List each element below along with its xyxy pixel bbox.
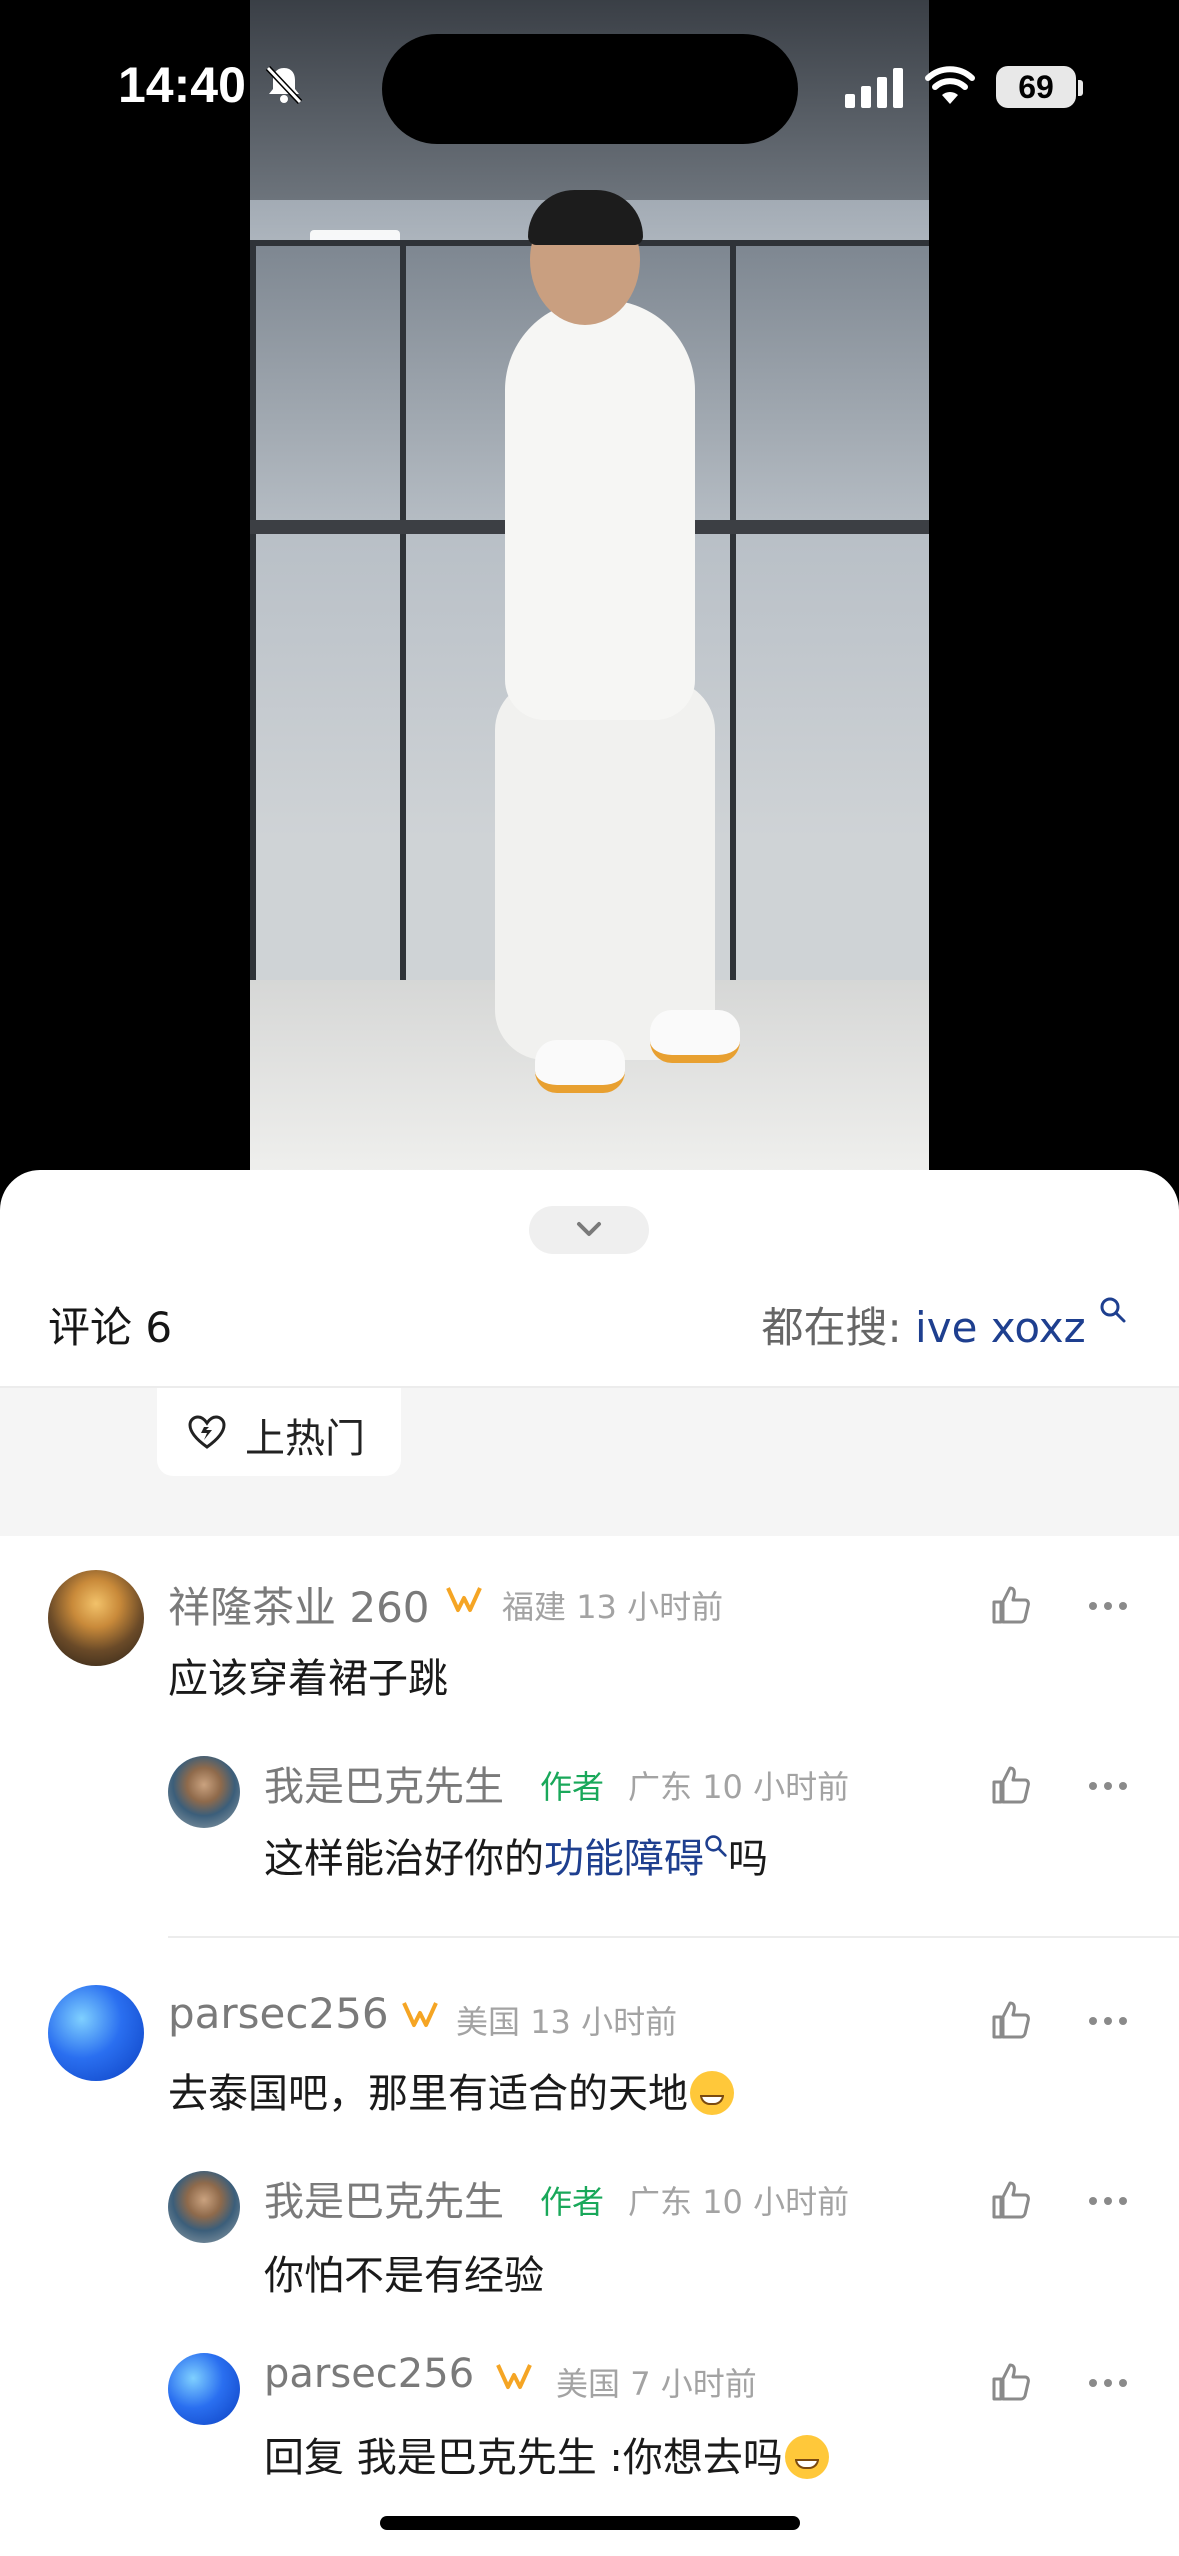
mirror [250,240,412,992]
vip-badge-icon [496,2364,532,2389]
more-dots-icon[interactable] [1088,2195,1128,2207]
vip-badge-icon [446,1587,482,1612]
comment-author[interactable]: 祥隆茶业 260 [168,1574,430,1635]
comment-meta: 福建 13 小时前 [502,1588,724,1626]
search-prefix: 都在搜: [761,1303,916,1352]
reply-text: 回复 我是巴克先生 :你想去吗 [264,2425,829,2483]
collapse-button[interactable] [529,1206,649,1254]
promote-hot-button[interactable]: 上热门 [157,1388,401,1476]
cellular-signal-icon [845,68,903,108]
comment-text: 应该穿着裙子跳 [168,1656,448,1702]
more-dots-icon[interactable] [1088,2377,1128,2389]
avatar[interactable] [48,1570,144,1666]
hot-promo-band: 上热门 [0,1386,1179,1536]
reply-author[interactable]: 我是巴克先生 [264,2169,504,2227]
reply-text: 你怕不是有经验 [264,2253,544,2299]
battery-indicator: 69 [996,66,1076,108]
search-link[interactable]: 功能障碍 [544,1836,704,1882]
heart-flame-icon [188,1415,226,1449]
avatar[interactable] [168,1756,240,1828]
thumbs-up-icon[interactable] [990,1584,1032,1626]
wifi-icon [925,66,975,104]
search-suggestion[interactable]: 都在搜: ive xoxz [762,1294,1127,1355]
comment-author[interactable]: parsec256 [168,1989,389,2038]
thumbs-up-icon[interactable] [990,1999,1032,2041]
more-dots-icon[interactable] [1088,2015,1128,2027]
reply-meta: 广东 10 小时前 [628,1768,850,1806]
bell-slash-icon [265,65,303,105]
thumbs-up-icon[interactable] [990,2179,1032,2221]
dynamic-island [382,34,798,144]
reply-text: 这样能治好你的功能障碍吗 [264,1835,768,1882]
home-indicator[interactable] [380,2516,800,2530]
more-dots-icon[interactable] [1088,1600,1128,1612]
video-player[interactable] [0,0,1179,1180]
video-frame [250,0,929,1180]
laughing-tears-emoji-icon [690,2071,734,2115]
chevron-down-icon [577,1222,601,1236]
thumbs-up-icon[interactable] [990,1764,1032,1806]
promote-hot-label: 上热门 [245,1416,365,1462]
search-icon [705,1835,727,1857]
search-icon [1100,1297,1126,1323]
comment-sheet: 评论 6 都在搜: ive xoxz 上热门 祥隆茶业 260 福建 13 小时… [0,1170,1179,2556]
status-bar: 14:40 69 [0,0,1179,170]
vip-badge-icon [402,2002,438,2027]
reply-author[interactable]: parsec256 [264,2351,474,2397]
reply-meta: 美国 7 小时前 [556,2365,757,2403]
grinning-emoji-icon [784,2435,829,2479]
thumbs-up-icon[interactable] [990,2361,1032,2403]
reply-author[interactable]: 我是巴克先生 [264,1754,504,1812]
more-dots-icon[interactable] [1088,1780,1128,1792]
reply-meta: 广东 10 小时前 [628,2183,850,2221]
author-badge: 作者 [540,2183,605,2221]
avatar[interactable] [168,2171,240,2243]
comments-count-title: 评论 6 [48,1303,173,1352]
comment-meta: 美国 13 小时前 [456,2003,678,2041]
mirror [730,240,929,992]
search-keyword[interactable]: ive xoxz [915,1303,1086,1352]
dancer [505,300,695,720]
avatar[interactable] [48,1985,144,2081]
avatar[interactable] [168,2353,240,2425]
comment-text: 去泰国吧，那里有适合的天地 [168,2061,734,2119]
author-badge: 作者 [540,1768,605,1806]
status-time: 14:40 [118,57,246,113]
divider [168,1936,1179,1938]
